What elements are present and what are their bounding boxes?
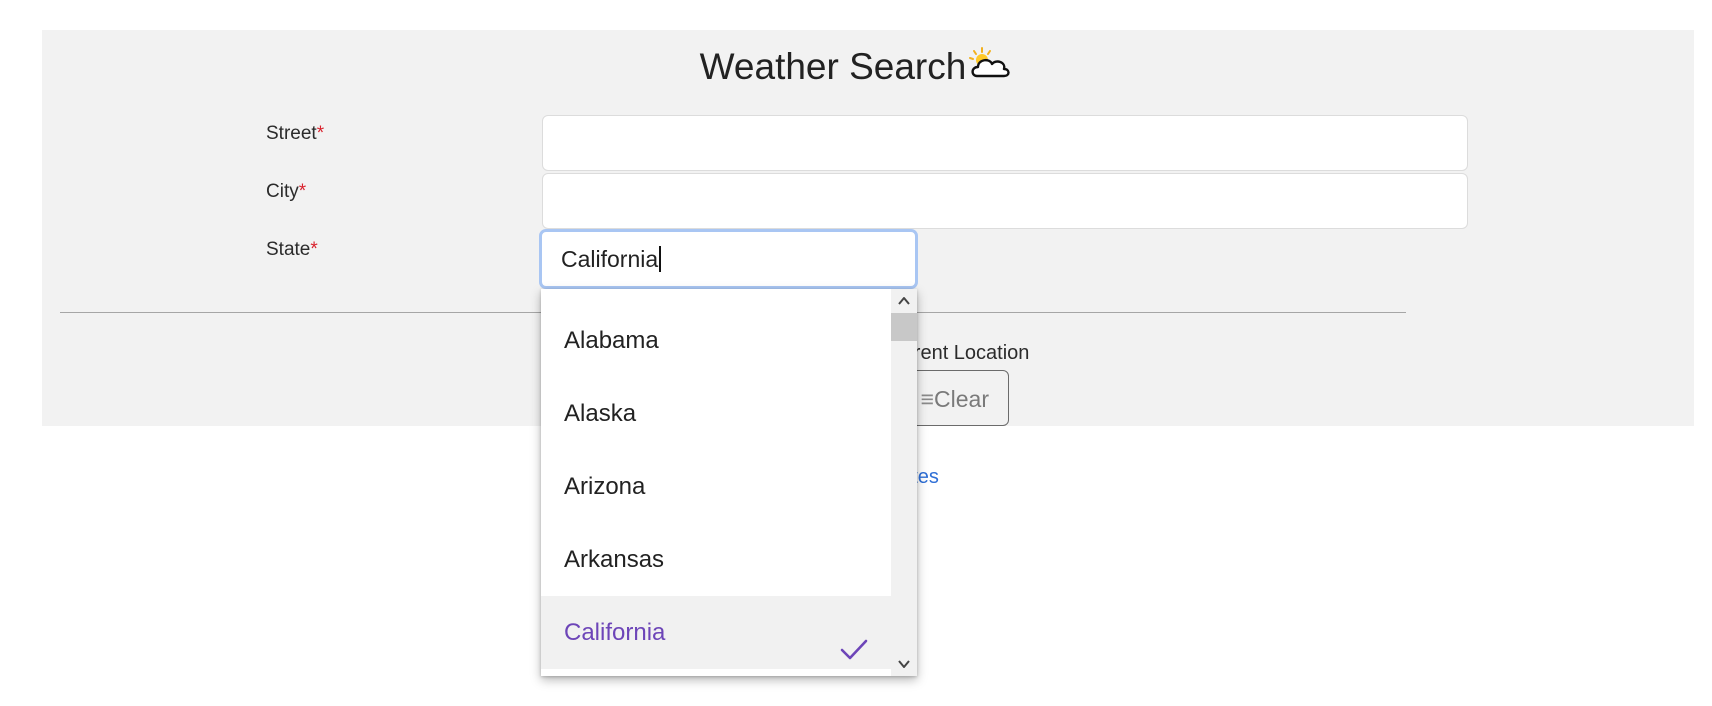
state-input[interactable]: California (539, 229, 918, 289)
text-caret (659, 246, 662, 272)
state-option[interactable]: Arizona (541, 450, 891, 523)
state-dropdown[interactable]: Alabama Alaska Arizona Arkansas Californ… (541, 289, 917, 676)
state-option-label: Alabama (564, 327, 659, 354)
state-input-value: California (561, 246, 659, 272)
clear-icon: ≡ (920, 386, 935, 412)
state-option-label: California (564, 619, 666, 646)
state-option[interactable]: Alabama (541, 304, 891, 377)
street-label: Street* (266, 123, 324, 145)
dropdown-scrollbar[interactable] (891, 289, 917, 676)
state-option-label: Arizona (564, 473, 646, 500)
state-option-label: Arkansas (564, 546, 665, 573)
page-title: Weather Search (0, 46, 1712, 90)
required-mark: * (298, 181, 307, 202)
page-title-text: Weather Search (699, 46, 967, 87)
street-input[interactable] (542, 115, 1468, 171)
page: Weather Search Street* City* State* Cali… (0, 0, 1712, 706)
city-label: City* (266, 181, 306, 203)
state-option-label: Alaska (564, 400, 637, 427)
city-input[interactable] (542, 173, 1468, 229)
check-icon (839, 619, 869, 676)
state-options-list: Alabama Alaska Arizona Arkansas Californ… (541, 289, 891, 676)
required-mark: * (310, 239, 318, 260)
scroll-up-arrow-icon[interactable] (891, 289, 917, 313)
state-option[interactable]: Arkansas (541, 523, 891, 596)
state-label-text: State (266, 239, 311, 260)
city-label-text: City (266, 181, 299, 202)
required-mark: * (316, 123, 325, 144)
street-label-text: Street (266, 123, 317, 144)
scrollbar-thumb[interactable] (891, 313, 917, 341)
scroll-down-arrow-icon[interactable] (891, 652, 917, 676)
clear-button-label: Clear (934, 386, 989, 412)
sun-cloud-icon (968, 47, 1012, 90)
state-option[interactable]: Alaska (541, 377, 891, 450)
state-label: State* (266, 239, 318, 261)
state-option-selected[interactable]: California (541, 596, 891, 669)
